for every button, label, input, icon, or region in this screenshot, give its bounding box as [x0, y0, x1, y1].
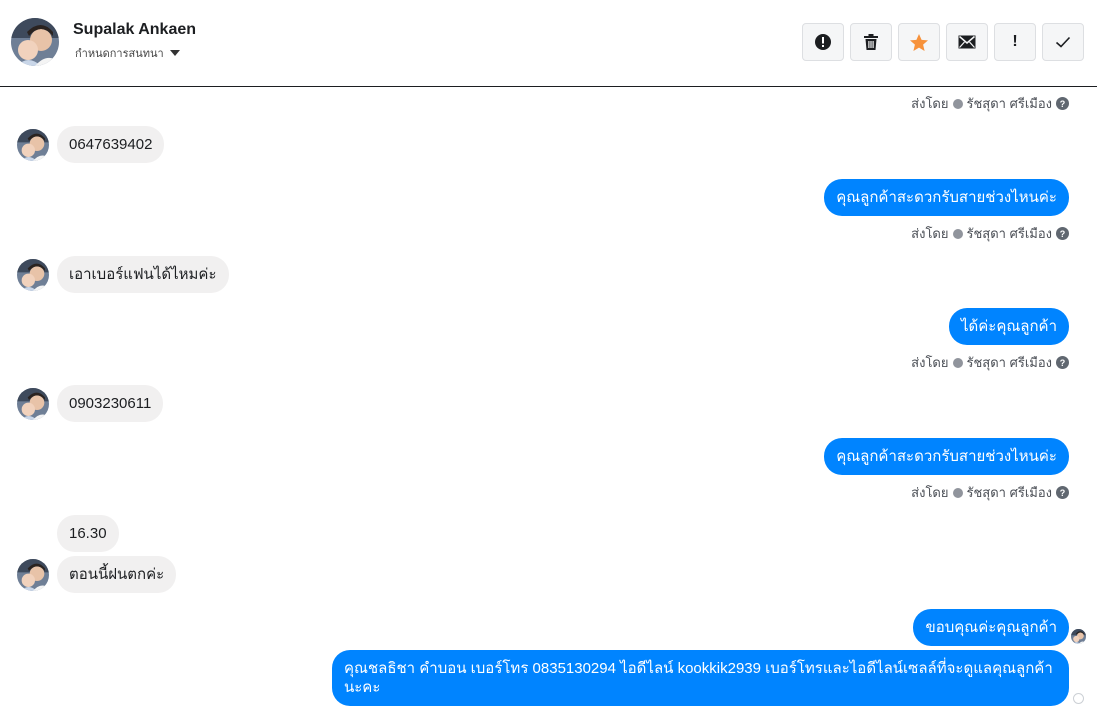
customer-avatar[interactable]: [17, 388, 49, 420]
help-icon[interactable]: ?: [1056, 356, 1069, 369]
verified-icon: [952, 487, 963, 498]
sent-by-prefix: ส่งโดย: [911, 96, 949, 111]
sent-message[interactable]: คุณลูกค้าสะดวกรับสายช่วงไหนค่ะ: [824, 438, 1069, 475]
customer-avatar[interactable]: [17, 259, 49, 291]
sent-message[interactable]: คุณลูกค้าสะดวกรับสายช่วงไหนค่ะ: [824, 179, 1069, 216]
received-message[interactable]: เอาเบอร์แฟนได้ไหมค่ะ: [57, 256, 229, 293]
sent-by-label: ส่งโดย รัชสุดา ศรีเมือง ?: [911, 93, 1069, 114]
delivered-indicator: [1073, 693, 1084, 704]
caret-down-icon: [169, 50, 180, 56]
check-icon: [1055, 36, 1071, 48]
mark-done-button[interactable]: [1042, 23, 1084, 61]
received-message[interactable]: 16.30: [57, 515, 119, 552]
message-row-received: 0647639402: [17, 126, 165, 163]
sent-by-agent[interactable]: รัชสุดา ศรีเมือง: [967, 223, 1053, 244]
sent-by-label: ส่งโดย รัชสุดา ศรีเมือง ?: [911, 352, 1069, 373]
sent-by-agent[interactable]: รัชสุดา ศรีเมือง: [967, 482, 1053, 503]
verified-icon: [952, 357, 963, 368]
sent-by-prefix: ส่งโดย: [911, 355, 949, 370]
sent-message[interactable]: ขอบคุณค่ะคุณลูกค้า: [913, 609, 1069, 646]
alert-circle-icon: [815, 34, 831, 50]
star-icon: [910, 33, 928, 51]
message-row-received: ตอนนี้ฝนตกค่ะ: [17, 556, 177, 593]
sent-by-prefix: ส่งโดย: [911, 226, 949, 241]
verified-icon: [952, 228, 963, 239]
customer-avatar[interactable]: [17, 129, 49, 161]
sent-message[interactable]: ได้ค่ะคุณลูกค้า: [948, 308, 1069, 345]
customer-name[interactable]: Supalak Ankaen: [73, 21, 196, 39]
delete-button[interactable]: [850, 23, 892, 61]
sent-by-agent[interactable]: รัชสุดา ศรีเมือง: [967, 352, 1053, 373]
trash-icon: [864, 34, 878, 50]
conversation-actions: !: [802, 23, 1084, 61]
received-message[interactable]: 0903230611: [57, 385, 164, 422]
help-icon[interactable]: ?: [1056, 227, 1069, 240]
sent-by-agent[interactable]: รัชสุดา ศรีเมือง: [967, 93, 1053, 114]
envelope-icon: [958, 35, 976, 49]
verified-icon: [952, 98, 963, 109]
exclamation-icon: !: [1012, 33, 1018, 50]
message-row-received: เอาเบอร์แฟนได้ไหมค่ะ: [17, 256, 229, 293]
sent-message[interactable]: คุณชลธิชา คำบอน เบอร์โทร 0835130294 ไอดี…: [332, 650, 1069, 706]
sent-by-label: ส่งโดย รัชสุดา ศรีเมือง ?: [911, 223, 1069, 244]
conversation-status-label: กำหนดการสนทนา: [75, 48, 164, 60]
star-button[interactable]: [898, 23, 940, 61]
seen-avatar: [1071, 629, 1086, 644]
help-icon[interactable]: ?: [1056, 486, 1069, 499]
sent-by-label: ส่งโดย รัชสุดา ศรีเมือง ?: [911, 482, 1069, 503]
conversation-status-dropdown[interactable]: กำหนดการสนทนา: [75, 44, 180, 62]
customer-avatar[interactable]: [11, 18, 59, 66]
mark-unread-button[interactable]: !: [994, 23, 1036, 61]
received-message[interactable]: ตอนนี้ฝนตกค่ะ: [57, 556, 177, 593]
message-thread[interactable]: ส่งโดย รัชสุดา ศรีเมือง ? 0647639402 คุณ…: [0, 88, 1097, 708]
email-button[interactable]: [946, 23, 988, 61]
conversation-header: Supalak Ankaen กำหนดการสนทนา !: [0, 0, 1097, 87]
customer-avatar[interactable]: [17, 559, 49, 591]
mark-spam-button[interactable]: [802, 23, 844, 61]
help-icon[interactable]: ?: [1056, 97, 1069, 110]
sent-by-prefix: ส่งโดย: [911, 485, 949, 500]
message-row-received: 0903230611: [17, 385, 164, 422]
received-message[interactable]: 0647639402: [57, 126, 165, 163]
